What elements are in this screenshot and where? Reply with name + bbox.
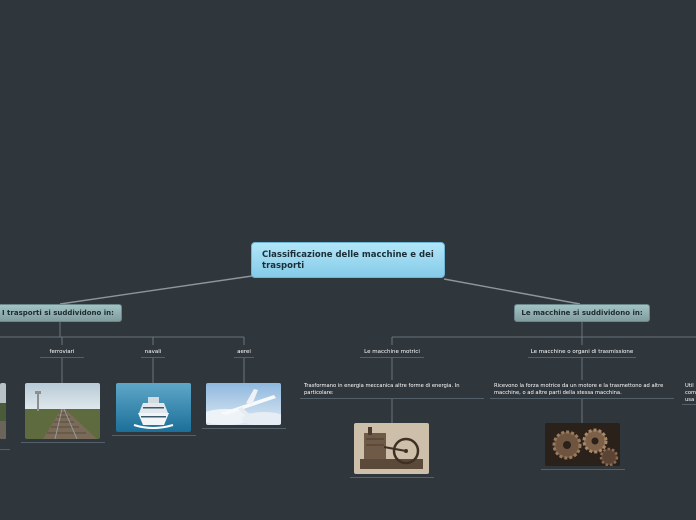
leaf-macchine-motrici[interactable]: Le macchine motrici: [342, 349, 442, 355]
transport-heading-node[interactable]: I trasporti si suddividono in:: [0, 304, 122, 322]
partial-photo-graphic: [0, 383, 6, 439]
image-underline: [350, 477, 434, 478]
gears-photo[interactable]: [545, 423, 620, 466]
leaf-underline: [40, 357, 84, 358]
motrici-description[interactable]: Trasformano in energia meccanica altre f…: [304, 383, 480, 397]
root-title: Classificazione delle macchine e dei tra…: [262, 250, 434, 271]
railway-track-photo[interactable]: [25, 383, 100, 439]
leaf-ferroviari-label: ferroviari: [49, 349, 75, 355]
partial-description-text: Util com usa: [685, 383, 696, 403]
leaf-underline: [528, 357, 636, 358]
leaf-ferroviari[interactable]: ferroviari: [32, 349, 92, 355]
leaf-aerei-label: aerei: [237, 349, 251, 355]
steam-engine-graphic: [354, 423, 429, 474]
airplane-graphic: [206, 383, 281, 425]
desc-underline: [682, 404, 696, 405]
machines-heading-node[interactable]: Le macchine si suddividono in:: [514, 304, 650, 322]
desc-underline: [490, 398, 674, 399]
leaf-navali[interactable]: navali: [123, 349, 183, 355]
airplane-photo[interactable]: [206, 383, 281, 425]
motrici-description-text: Trasformano in energia meccanica altre f…: [304, 383, 460, 396]
trasmissione-description-text: Ricevono la forza motrice da un motore e…: [494, 383, 664, 396]
trasmissione-description[interactable]: Ricevono la forza motrice da un motore e…: [494, 383, 670, 397]
gears-graphic: [545, 423, 620, 466]
leaf-macchine-trasmissione[interactable]: Le macchine o organi di trasmissione: [517, 349, 647, 355]
railway-track-graphic: [25, 383, 100, 439]
leaf-aerei[interactable]: aerei: [214, 349, 274, 355]
root-node[interactable]: Classificazione delle macchine e dei tra…: [251, 242, 445, 278]
leaf-macchine-motrici-label: Le macchine motrici: [364, 349, 420, 355]
cruise-ship-photo[interactable]: [116, 383, 191, 432]
steam-engine-photo[interactable]: [354, 423, 429, 474]
image-underline: [0, 449, 10, 450]
cruise-ship-graphic: [116, 383, 191, 432]
leaf-macchine-trasmissione-label: Le macchine o organi di trasmissione: [530, 349, 634, 355]
transport-heading-label: I trasporti si suddividono in:: [2, 309, 114, 317]
leaf-underline: [141, 357, 165, 358]
leaf-underline: [234, 357, 254, 358]
desc-underline: [300, 398, 484, 399]
partial-photo[interactable]: [0, 383, 6, 439]
machines-heading-label: Le macchine si suddividono in:: [521, 309, 643, 317]
image-underline: [541, 469, 625, 470]
leaf-navali-label: navali: [144, 349, 162, 355]
image-underline: [21, 442, 105, 443]
image-underline: [202, 428, 286, 429]
partial-description[interactable]: Util com usa: [685, 383, 696, 404]
leaf-underline: [360, 357, 424, 358]
image-underline: [112, 435, 196, 436]
